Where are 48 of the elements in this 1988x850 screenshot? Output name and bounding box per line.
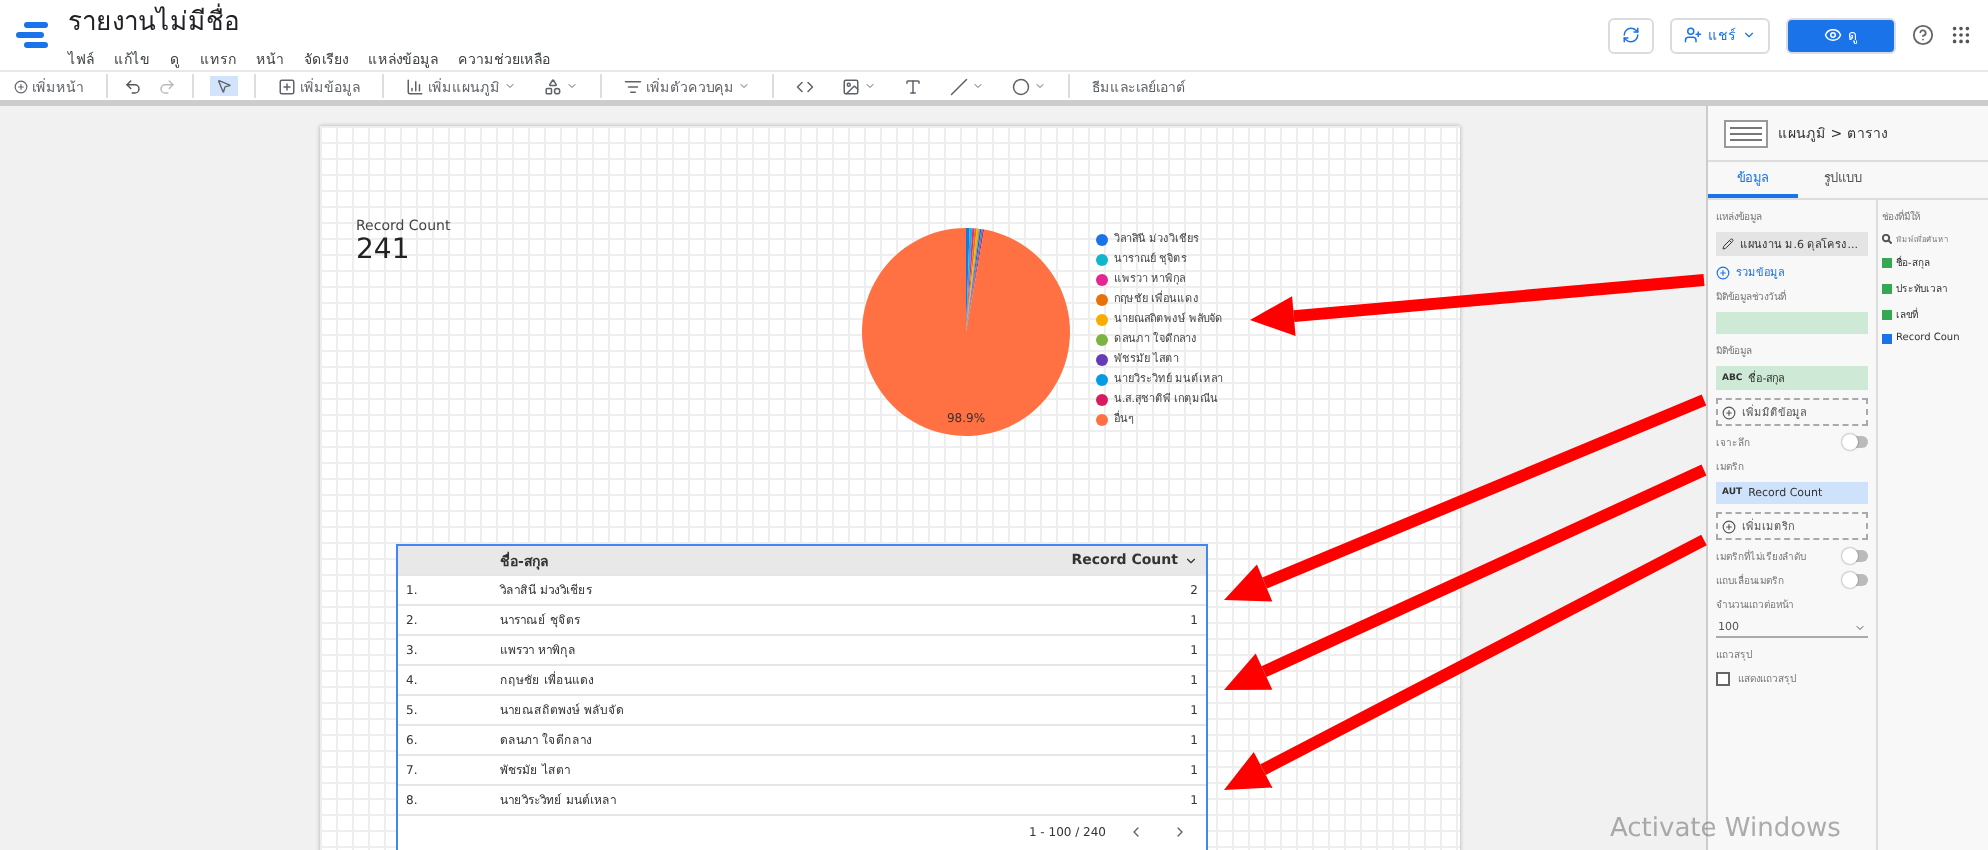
person-add-icon bbox=[1684, 26, 1702, 44]
toggle-switch[interactable] bbox=[1844, 550, 1868, 562]
chevron-right-icon bbox=[1172, 824, 1188, 840]
select-tool-button[interactable] bbox=[210, 76, 238, 96]
plus-icon bbox=[1722, 519, 1736, 533]
add-data-icon bbox=[278, 77, 296, 95]
plus-icon bbox=[1722, 405, 1736, 419]
eye-icon bbox=[1824, 26, 1842, 44]
field-type-icon bbox=[1882, 333, 1892, 343]
field-type-icon bbox=[1882, 257, 1892, 267]
image-icon bbox=[842, 77, 860, 95]
caret-icon bbox=[972, 80, 984, 92]
scorecard-value: 241 bbox=[356, 234, 412, 266]
chevron-left-icon bbox=[1128, 824, 1144, 840]
chart-icon bbox=[406, 77, 424, 95]
summary-checkbox[interactable] bbox=[1716, 671, 1730, 685]
caret-icon bbox=[1184, 553, 1198, 567]
caret-icon bbox=[504, 80, 516, 92]
field-type-icon bbox=[1882, 309, 1892, 319]
pencil-icon bbox=[1722, 238, 1734, 250]
caret-icon bbox=[1854, 622, 1866, 634]
report-title[interactable]: รายงานไม่มีชื่อ bbox=[68, 0, 1592, 42]
text-icon bbox=[904, 77, 922, 95]
help-icon[interactable] bbox=[1912, 24, 1934, 46]
plus-icon bbox=[14, 79, 28, 93]
caret-icon bbox=[864, 80, 876, 92]
code-icon bbox=[796, 77, 814, 95]
pointer-icon bbox=[216, 78, 232, 94]
plus-icon bbox=[1716, 265, 1730, 279]
caret-icon bbox=[566, 80, 578, 92]
toggle-switch[interactable] bbox=[1844, 574, 1868, 586]
field-type-icon bbox=[1882, 283, 1892, 293]
caret-icon bbox=[1742, 28, 1756, 42]
circle-icon bbox=[1012, 77, 1030, 95]
caret-icon bbox=[1034, 80, 1046, 92]
caret-icon bbox=[738, 80, 750, 92]
logo-icon bbox=[16, 19, 52, 51]
line-icon bbox=[950, 77, 968, 95]
apps-icon[interactable] bbox=[1950, 24, 1972, 46]
drill-down-switch[interactable] bbox=[1844, 436, 1868, 448]
filter-icon bbox=[624, 77, 642, 95]
shapes-icon bbox=[544, 77, 562, 95]
undo-icon[interactable] bbox=[124, 77, 142, 95]
search-icon bbox=[1882, 234, 1892, 244]
activation-notice: Activate Windows bbox=[1610, 814, 1841, 844]
refresh-icon bbox=[1622, 26, 1640, 44]
refresh-button[interactable] bbox=[1608, 17, 1654, 53]
table-chart-icon bbox=[1724, 119, 1768, 147]
